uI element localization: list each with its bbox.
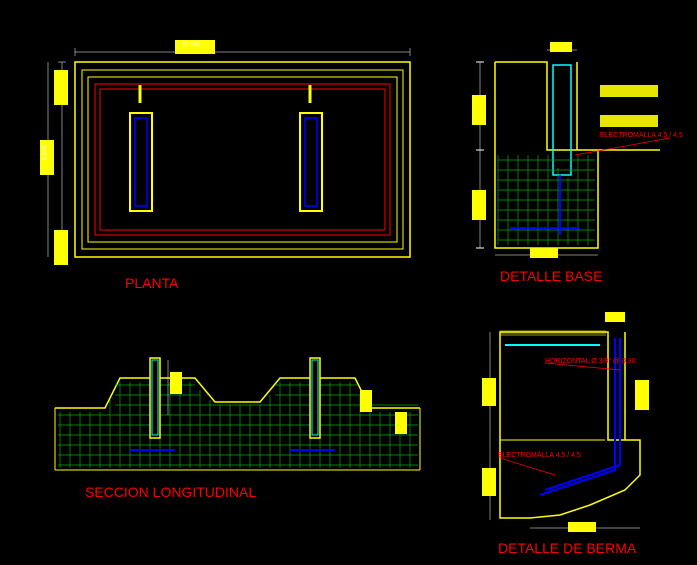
electromalla-annot-1: ELECTROMALLA 4.5 / 4.5 bbox=[600, 132, 683, 139]
dim-planta-left2: 5.500 bbox=[43, 145, 49, 160]
seccion-view bbox=[55, 358, 420, 470]
planta-title: PLANTA bbox=[125, 275, 178, 291]
electromalla-annot-2: ELECTROMALLA 4.5 / 4.5 bbox=[498, 452, 581, 459]
seccion-title: SECCION LONGITUDINAL bbox=[85, 484, 256, 500]
base-title: DETALLE BASE bbox=[500, 268, 602, 284]
dim-planta-top: 10.500 bbox=[182, 42, 200, 48]
berma-title: DETALLE DE BERMA bbox=[498, 540, 636, 556]
detalle-base-view bbox=[472, 42, 670, 258]
planta-view bbox=[40, 40, 410, 265]
detalle-berma-view bbox=[482, 312, 649, 532]
horizontal-annot: HORIZONTAL Ø 3/8" @ 0.30 bbox=[545, 358, 636, 365]
